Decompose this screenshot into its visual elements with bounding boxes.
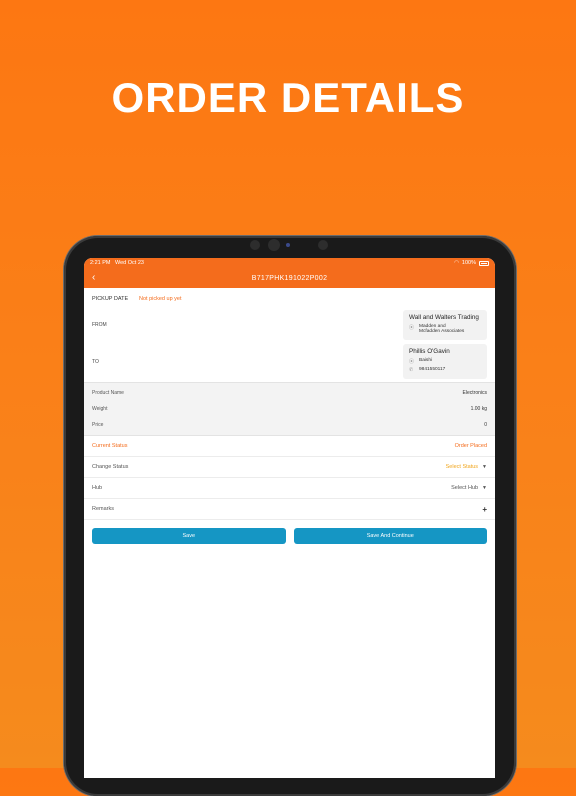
pickup-row: PICKUP DATE Not picked up yet <box>84 288 495 310</box>
from-name: Wall and Walters Trading <box>409 314 479 321</box>
product-row: Price 0 <box>92 417 487 433</box>
hub-select[interactable]: Select Hub ▼ <box>451 485 487 491</box>
sensor-icon <box>318 240 328 250</box>
change-status-label: Change Status <box>92 464 129 470</box>
pickup-label: PICKUP DATE <box>92 296 129 302</box>
caret-down-icon: ▼ <box>482 485 487 491</box>
promo-headline: ORDER DETAILS <box>111 74 465 121</box>
from-row: FROM Wall and Walters Trading ⦿ Madden a… <box>84 310 495 340</box>
nav-bar: ‹ B717PHK191022P002 <box>84 268 495 288</box>
sensor-icon <box>250 240 260 250</box>
hub-label: Hub <box>92 485 103 491</box>
camera-icon <box>268 239 280 251</box>
change-status-row[interactable]: Change Status Select Status ▼ <box>84 457 495 478</box>
add-remarks-icon[interactable]: + <box>482 505 487 514</box>
product-name-label: Product Name <box>92 390 124 396</box>
weight-label: Weight <box>92 406 108 412</box>
save-button[interactable]: Save <box>92 528 286 544</box>
price-label: Price <box>92 422 104 428</box>
to-row: TO Phillis O'Gavin ⦿ Baishi ✆ 9841550117 <box>84 344 495 379</box>
from-card[interactable]: Wall and Walters Trading ⦿ Madden and Mc… <box>403 310 487 340</box>
remarks-label: Remarks <box>92 506 115 512</box>
weight-value: 1.00 kg <box>470 406 487 412</box>
order-id-title: B717PHK191022P002 <box>251 274 328 282</box>
remarks-row: Remarks + <box>84 499 495 520</box>
from-label: FROM <box>92 322 107 328</box>
product-section: Product Name Electronics Weight 1.00 kg … <box>84 382 495 436</box>
current-status-row: Current Status Order Placed <box>84 436 495 457</box>
battery-level: 100% <box>461 260 476 266</box>
battery-icon <box>479 260 489 266</box>
to-phone: 9841550117 <box>419 367 446 372</box>
to-name: Phillis O'Gavin <box>409 348 450 355</box>
caret-down-icon: ▼ <box>482 464 487 470</box>
to-label: TO <box>92 358 99 365</box>
location-pin-icon: ⦿ <box>409 359 415 365</box>
hub-row[interactable]: Hub Select Hub ▼ <box>84 478 495 499</box>
status-bar: 2:21 PM Wed Oct 23 ◠ 100% <box>84 258 495 268</box>
status-time: 2:21 PM <box>90 260 111 266</box>
app-screen: 2:21 PM Wed Oct 23 ◠ 100% ‹ B717PHK19102… <box>84 258 495 778</box>
indicator-icon <box>286 243 290 247</box>
back-chevron-icon[interactable]: ‹ <box>92 272 96 283</box>
hub-value: Select Hub <box>451 485 479 491</box>
current-status-value: Order Placed <box>454 443 487 449</box>
location-pin-icon: ⦿ <box>409 325 415 331</box>
product-row: Weight 1.00 kg <box>92 401 487 417</box>
change-status-value: Select Status <box>445 464 479 470</box>
change-status-select[interactable]: Select Status ▼ <box>446 464 487 470</box>
wifi-icon: ◠ <box>454 260 459 266</box>
current-status-label: Current Status <box>92 443 128 449</box>
product-row: Product Name Electronics <box>92 385 487 401</box>
phone-icon: ✆ <box>409 367 414 373</box>
status-date: Wed Oct 23 <box>115 260 144 266</box>
save-and-continue-button[interactable]: Save And Continue <box>293 528 487 544</box>
from-address: Madden and Mcfadden Associates <box>419 324 465 334</box>
pickup-value: Not picked up yet <box>139 296 182 302</box>
action-buttons: Save Save And Continue <box>84 520 495 552</box>
price-value: 0 <box>484 422 487 428</box>
product-name-value: Electronics <box>462 390 487 396</box>
to-card[interactable]: Phillis O'Gavin ⦿ Baishi ✆ 9841550117 <box>403 344 487 379</box>
to-address: Baishi <box>419 358 433 363</box>
